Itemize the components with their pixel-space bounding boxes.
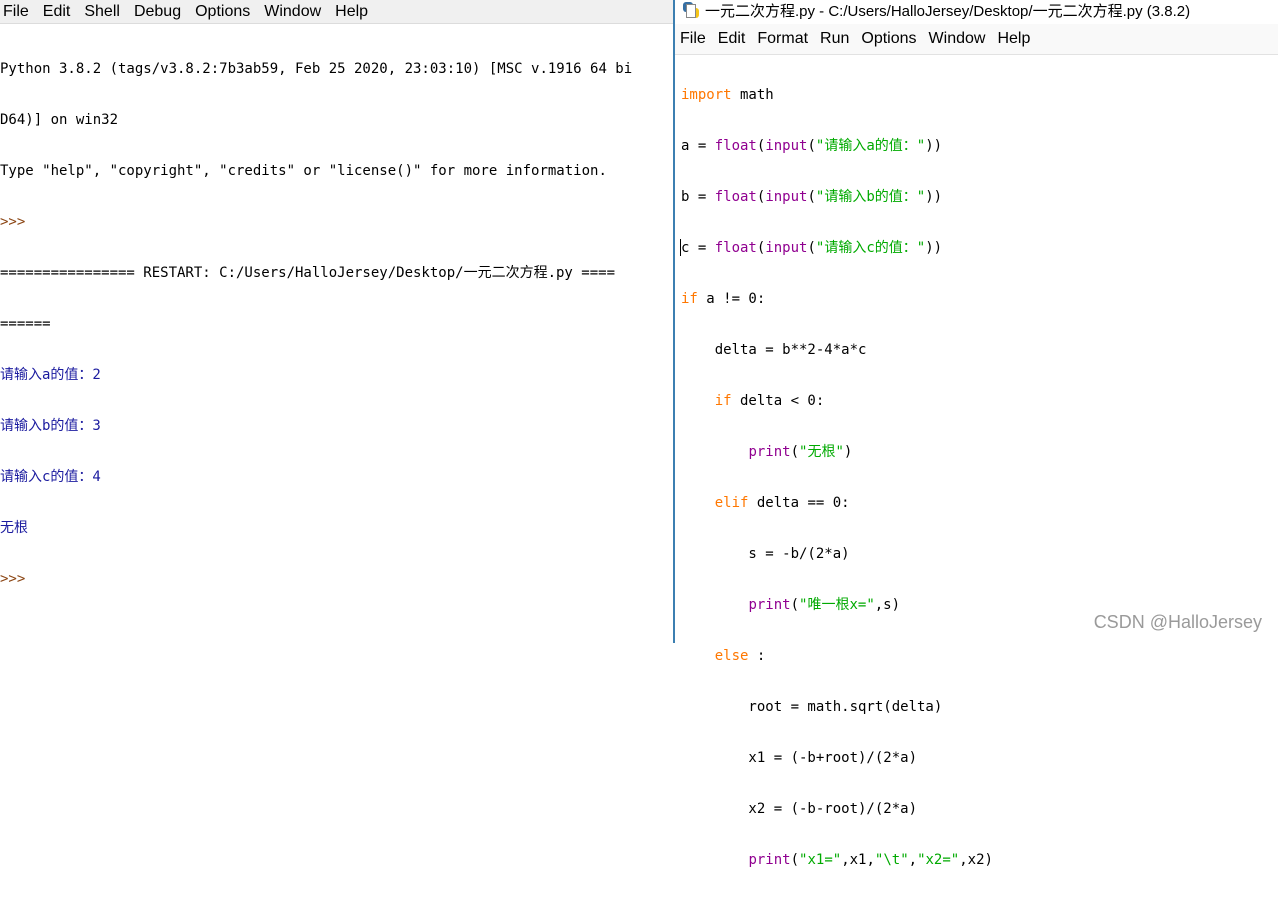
shell-menubar: File Edit Shell Debug Options Window Hel… bbox=[0, 0, 673, 24]
editor-menu-window[interactable]: Window bbox=[923, 24, 992, 54]
code-line: root = math.sqrt(delta) bbox=[681, 699, 943, 715]
shell-menu-window[interactable]: Window bbox=[257, 0, 328, 23]
editor-titlebar[interactable]: 一元二次方程.py - C:/Users/HalloJersey/Desktop… bbox=[675, 0, 1278, 20]
code-line: print("唯一根x=",s) bbox=[748, 597, 901, 613]
code-line: else : bbox=[714, 648, 766, 664]
shell-output-area[interactable]: Python 3.8.2 (tags/v3.8.2:7b3ab59, Feb 2… bbox=[0, 27, 673, 622]
code-line: b = float(input("请输入b的值：")) bbox=[681, 189, 943, 205]
editor-menu-options[interactable]: Options bbox=[855, 24, 922, 54]
editor-menu-file[interactable]: File bbox=[675, 24, 712, 54]
shell-menu-help[interactable]: Help bbox=[328, 0, 375, 23]
code-line: print("x1=",x1,"\t","x2=",x2) bbox=[748, 852, 993, 868]
shell-program-output: 无根 bbox=[0, 520, 28, 536]
shell-program-output: 请输入b的值：3 bbox=[0, 418, 101, 434]
code-line: c = float(input("请输入c的值：")) bbox=[681, 240, 943, 256]
shell-banner-line: Python 3.8.2 (tags/v3.8.2:7b3ab59, Feb 2… bbox=[0, 61, 633, 77]
code-line: import math bbox=[681, 87, 774, 103]
code-line: x2 = (-b-root)/(2*a) bbox=[681, 801, 918, 817]
editor-menu-format[interactable]: Format bbox=[751, 24, 814, 54]
csdn-watermark: CSDN @HalloJersey bbox=[1093, 612, 1262, 632]
shell-prompt[interactable]: >>> bbox=[0, 571, 673, 588]
editor-menu-edit[interactable]: Edit bbox=[712, 24, 752, 54]
shell-menu-options[interactable]: Options bbox=[188, 0, 257, 23]
code-line: a = float(input("请输入a的值：")) bbox=[681, 138, 943, 154]
shell-restart-line: ================ RESTART: C:/Users/Hallo… bbox=[0, 265, 616, 281]
shell-banner-line: Type "help", "copyright", "credits" or "… bbox=[0, 163, 607, 179]
editor-menubar: File Edit Format Run Options Window Help bbox=[675, 24, 1278, 55]
editor-title: 一元二次方程.py - C:/Users/HalloJersey/Desktop… bbox=[705, 2, 1191, 20]
shell-menu-shell[interactable]: Shell bbox=[77, 0, 127, 23]
python-shell-window: File Edit Shell Debug Options Window Hel… bbox=[0, 0, 673, 643]
code-line: elif delta == 0: bbox=[714, 495, 850, 511]
editor-menu-run[interactable]: Run bbox=[814, 24, 855, 54]
code-line: print("无根") bbox=[748, 444, 853, 460]
shell-banner-line: D64)] on win32 bbox=[0, 112, 119, 128]
code-editor-area[interactable]: import math a = float(input("请输入a的值：")) … bbox=[681, 53, 993, 903]
code-line: x1 = (-b+root)/(2*a) bbox=[681, 750, 918, 766]
shell-restart-line: ====== bbox=[0, 316, 51, 332]
shell-prompt: >>> bbox=[0, 214, 26, 230]
shell-menu-edit[interactable]: Edit bbox=[36, 0, 78, 23]
shell-program-output: 请输入c的值：4 bbox=[0, 469, 101, 485]
code-line: delta = b**2-4*a*c bbox=[681, 342, 867, 358]
editor-window: 一元二次方程.py - C:/Users/HalloJersey/Desktop… bbox=[673, 0, 1278, 868]
idle-python-file-icon bbox=[683, 2, 699, 18]
shell-menu-file[interactable]: File bbox=[0, 0, 36, 23]
code-line: if delta < 0: bbox=[714, 393, 825, 409]
shell-menu-debug[interactable]: Debug bbox=[127, 0, 188, 23]
code-line: if a != 0: bbox=[681, 291, 766, 307]
code-line: s = -b/(2*a) bbox=[681, 546, 850, 562]
shell-program-output: 请输入a的值：2 bbox=[0, 367, 101, 383]
editor-menu-help[interactable]: Help bbox=[991, 24, 1036, 54]
